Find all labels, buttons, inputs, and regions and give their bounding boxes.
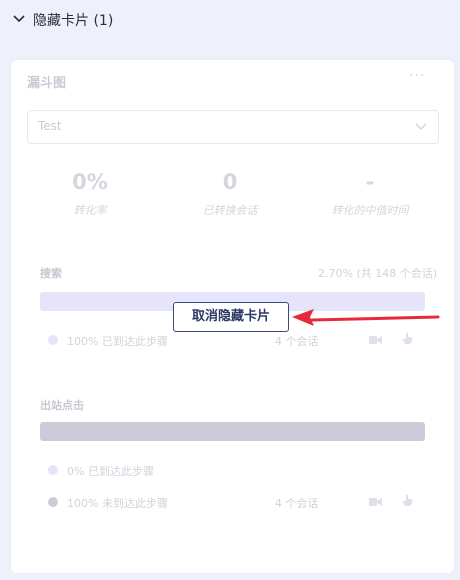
- funnel-step-percentage: 2.70% (共 148 个会话): [317, 267, 437, 280]
- funnel-select[interactable]: Test: [27, 110, 439, 144]
- video-camera-icon[interactable]: [369, 334, 382, 346]
- funnel-step-name: 出站点击: [40, 399, 84, 412]
- sessions-count: 4 个会话: [275, 497, 319, 510]
- stat-median-time: - 转化的中值时间: [305, 170, 435, 218]
- funnel-step-bar: [40, 422, 425, 441]
- red-pointer-arrow-icon: [292, 309, 440, 326]
- more-options-icon[interactable]: ···: [409, 68, 425, 84]
- section-title: 隐藏卡片 (1): [33, 13, 114, 29]
- stat-conversion-rate: 0% 转化率: [25, 170, 155, 218]
- chevron-down-icon: [415, 123, 427, 130]
- hidden-cards-section-header[interactable]: 隐藏卡片 (1): [0, 0, 460, 40]
- stat-label: 已转换会话: [202, 204, 258, 217]
- click-hand-icon[interactable]: [401, 332, 414, 344]
- sessions-count: 4 个会话: [275, 335, 319, 348]
- stat-value: 0%: [72, 170, 108, 194]
- funnel-step-name: 搜索: [40, 267, 62, 280]
- stat-value: -: [365, 170, 375, 194]
- legend-dot: [48, 497, 58, 507]
- legend-text: 100% 已到达此步骤: [67, 335, 168, 348]
- unhide-card-button[interactable]: 取消隐藏卡片: [173, 302, 289, 332]
- card-title: 漏斗图: [27, 76, 67, 91]
- legend-dot: [48, 465, 58, 475]
- legend-dot: [48, 335, 58, 345]
- video-camera-icon[interactable]: [369, 496, 382, 508]
- stat-value: 0: [222, 170, 238, 194]
- stat-label: 转化率: [73, 204, 107, 217]
- legend-text: 0% 已到达此步骤: [67, 465, 154, 478]
- chevron-down-icon[interactable]: [12, 12, 26, 26]
- click-hand-icon[interactable]: [401, 494, 414, 506]
- stat-label: 转化的中值时间: [331, 204, 409, 217]
- select-value: Test: [38, 119, 62, 133]
- stat-converted-sessions: 0 已转换会话: [165, 170, 295, 218]
- legend-text: 100% 未到达此步骤: [67, 497, 168, 510]
